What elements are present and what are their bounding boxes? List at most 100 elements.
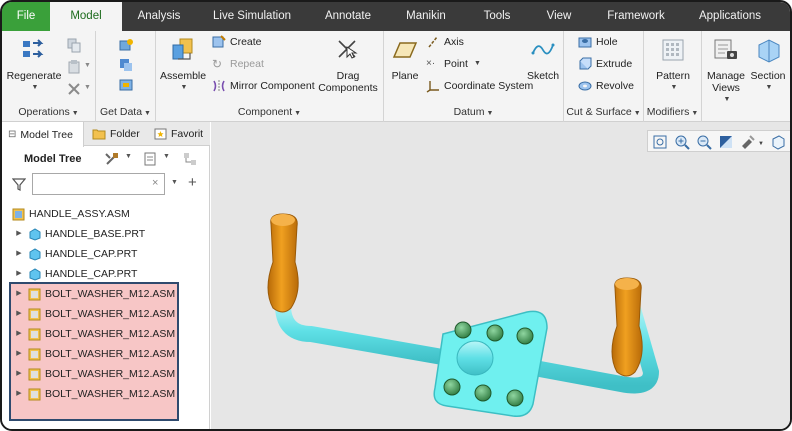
tab-framework[interactable]: Framework	[600, 2, 672, 31]
expand-icon[interactable]: ▶	[14, 304, 24, 324]
merge-inheritance-icon[interactable]	[118, 77, 134, 93]
expand-icon[interactable]: ▶	[14, 224, 24, 244]
assembly-icon	[12, 208, 25, 220]
point-button[interactable]: ×· Point ▼	[426, 55, 481, 73]
tab-applications[interactable]: Applications	[690, 2, 770, 31]
tree-item[interactable]: ▶ HANDLE_BASE.PRT	[2, 224, 145, 244]
axis-button[interactable]: Axis	[426, 33, 464, 51]
tree-item[interactable]: ▶ BOLT_WASHER_M12.ASM	[2, 284, 175, 304]
paste-icon[interactable]	[66, 59, 82, 75]
tree-item[interactable]: ▶ BOLT_WASHER_M12.ASM	[2, 344, 175, 364]
tab-analysis[interactable]: Analysis	[124, 2, 194, 31]
sketch-button[interactable]: Sketch	[526, 37, 560, 82]
clear-search-icon[interactable]: ×	[152, 177, 158, 189]
group-label-get-data[interactable]: Get Data ▼	[96, 106, 155, 118]
pattern-icon	[662, 39, 684, 61]
part-icon	[29, 227, 41, 241]
show-icon[interactable]	[142, 151, 158, 167]
tab-file[interactable]: File	[2, 2, 50, 31]
group-label-component[interactable]: Component ▼	[156, 106, 383, 118]
section-button[interactable]: Section ▼	[748, 37, 788, 94]
regenerate-label: Regenerate	[6, 70, 62, 82]
search-input[interactable]	[32, 173, 165, 195]
tab-favorites[interactable]: Favorit	[148, 122, 210, 146]
tab-model-tree[interactable]: ⊟ Model Tree	[2, 122, 84, 147]
expand-icon[interactable]: ▶	[14, 364, 24, 384]
group-label-datum[interactable]: Datum ▼	[384, 106, 563, 118]
group-cut-surface: Hole Extrude Revolve Cut & Surface ▼	[564, 31, 644, 122]
filter-row: × ▼ +	[2, 172, 210, 196]
coordinate-system-icon	[426, 81, 439, 93]
tab-favorites-label: Favorit	[171, 128, 204, 140]
expand-icon[interactable]: ▶	[14, 324, 24, 344]
hole-label: Hole	[596, 36, 618, 48]
tab-manikin[interactable]: Manikin	[394, 2, 458, 31]
tree-root-label: HANDLE_ASSY.ASM	[29, 208, 130, 220]
tab-tools[interactable]: Tools	[470, 2, 524, 31]
assemble-button[interactable]: Assemble ▼	[160, 37, 206, 94]
mirror-component-button[interactable]: Mirror Component	[212, 77, 315, 95]
tab-annotate[interactable]: Annotate	[312, 2, 384, 31]
user-defined-feature-icon[interactable]	[118, 37, 134, 53]
search-dropdown-icon[interactable]: ▼	[171, 179, 178, 186]
coordinate-system-button[interactable]: Coordinate System	[426, 77, 533, 95]
tree-item[interactable]: ▶ HANDLE_CAP.PRT	[2, 244, 137, 264]
group-datum: Plane Axis ×· Point ▼ Coordinate System	[384, 31, 564, 122]
pattern-button[interactable]: Pattern ▼	[650, 37, 696, 94]
tab-model-tree-label: Model Tree	[20, 128, 73, 141]
graphics-viewport[interactable]: ▼	[211, 122, 790, 429]
extrude-label: Extrude	[596, 58, 633, 70]
tree-item[interactable]: ▶ BOLT_WASHER_M12.ASM	[2, 304, 175, 324]
tree-root[interactable]: HANDLE_ASSY.ASM	[2, 204, 130, 224]
add-filter-icon[interactable]: +	[188, 174, 197, 191]
tree-item-label: HANDLE_BASE.PRT	[45, 228, 146, 240]
chevron-down-icon: ▼	[723, 96, 731, 103]
expand-icon[interactable]: ▶	[14, 244, 24, 264]
delete-icon[interactable]	[66, 81, 82, 97]
plane-button[interactable]: Plane	[388, 37, 422, 82]
filter-icon[interactable]	[12, 177, 26, 191]
tab-view[interactable]: View	[536, 2, 582, 31]
section-icon	[758, 39, 780, 63]
expand-icon[interactable]: ▶	[14, 284, 24, 304]
group-label-modifiers[interactable]: Modifiers ▼	[644, 106, 701, 118]
tree-item[interactable]: ▶ BOLT_WASHER_M12.ASM	[2, 384, 175, 404]
copy-icon[interactable]	[66, 37, 82, 53]
app-window: File Model Analysis Live Simulation Anno…	[0, 0, 792, 431]
paste-dropdown-icon[interactable]: ▼	[84, 62, 91, 69]
revolve-button[interactable]: Revolve	[578, 77, 634, 95]
regenerate-button[interactable]: Regenerate ▼	[6, 37, 62, 94]
expand-icon[interactable]: ▶	[14, 384, 24, 404]
drag-components-button[interactable]: Drag Components	[316, 37, 380, 94]
group-get-data: Get Data ▼	[96, 31, 156, 122]
revolve-label: Revolve	[596, 80, 634, 92]
expand-icon[interactable]: ▶	[14, 344, 24, 364]
tree-icon: ⊟	[8, 128, 17, 140]
tree-item[interactable]: ▶ BOLT_WASHER_M12.ASM	[2, 364, 175, 384]
extrude-button[interactable]: Extrude	[578, 55, 632, 73]
tree-item[interactable]: ▶ BOLT_WASHER_M12.ASM	[2, 324, 175, 344]
group-label-operations[interactable]: Operations ▼	[2, 106, 95, 118]
tree-item[interactable]: ▶ HANDLE_CAP.PRT	[2, 264, 137, 284]
tree-item-label: BOLT_WASHER_M12.ASM	[45, 388, 176, 400]
settings-icon[interactable]	[104, 151, 120, 167]
create-button[interactable]: Create	[212, 33, 262, 51]
tab-folder[interactable]: Folder	[86, 122, 146, 146]
settings-dropdown-icon[interactable]: ▼	[125, 153, 132, 160]
axis-icon	[428, 36, 438, 48]
manage-views-button[interactable]: Manage Views ▼	[704, 37, 748, 106]
tab-live-simulation[interactable]: Live Simulation	[202, 2, 302, 31]
copy-geometry-icon[interactable]	[118, 57, 134, 73]
revolve-icon	[578, 81, 592, 91]
expand-icon[interactable]: ▶	[14, 264, 24, 284]
subassembly-icon	[28, 388, 41, 400]
tab-model[interactable]: Model	[50, 2, 122, 31]
show-dropdown-icon[interactable]: ▼	[163, 153, 170, 160]
hole-button[interactable]: Hole	[578, 33, 618, 51]
handle-assembly-model[interactable]	[211, 122, 790, 429]
group-label-cut-surface[interactable]: Cut & Surface ▼	[564, 106, 643, 118]
repeat-button[interactable]: ↻ Repeat	[212, 55, 264, 73]
delete-dropdown-icon[interactable]: ▼	[84, 84, 91, 91]
tree-filters-icon[interactable]	[182, 151, 198, 167]
subassembly-icon	[28, 308, 41, 320]
